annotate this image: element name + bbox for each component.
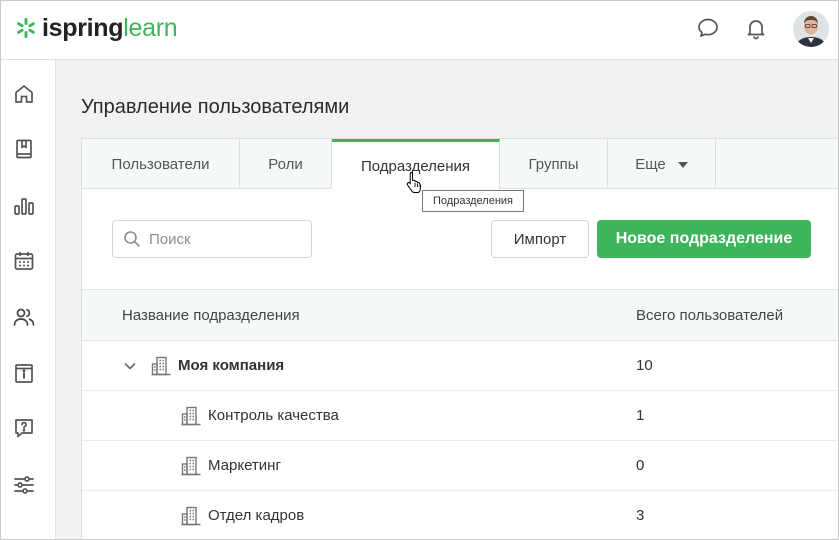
info-card-icon[interactable]	[12, 361, 36, 385]
caret-down-icon	[677, 162, 688, 168]
calendar-icon[interactable]	[12, 249, 36, 273]
building-icon	[151, 356, 171, 375]
import-button[interactable]: Импорт	[491, 220, 589, 258]
tab-roles-label: Роли	[268, 155, 303, 173]
department-name[interactable]: Моя компания	[178, 357, 284, 374]
building-icon	[181, 406, 201, 425]
top-bar: ispringlearn	[1, 1, 838, 60]
logo-text-learn: learn	[123, 14, 178, 42]
tooltip: Подразделения	[422, 190, 524, 212]
users-icon[interactable]	[12, 305, 36, 329]
tab-users[interactable]: Пользователи	[82, 139, 240, 189]
table-row[interactable]: Моя компания 10	[82, 341, 838, 391]
search-box[interactable]	[112, 220, 312, 258]
user-count: 3	[636, 507, 645, 524]
sliders-icon[interactable]	[12, 473, 36, 497]
logo-text: ispringlearn	[42, 13, 178, 43]
tab-roles[interactable]: Роли	[240, 139, 332, 189]
tab-more-label: Еще	[635, 155, 666, 173]
logo-text-ispring: ispring	[42, 14, 124, 42]
column-header-count[interactable]: Всего пользователей	[636, 307, 783, 324]
building-icon	[181, 456, 201, 475]
row-name-cell: Контроль качества	[180, 391, 339, 440]
department-name[interactable]: Контроль качества	[208, 407, 339, 424]
question-icon[interactable]	[12, 416, 36, 440]
column-header-name[interactable]: Название подразделения	[122, 307, 300, 324]
bell-icon[interactable]	[744, 16, 768, 40]
tab-more[interactable]: Еще	[608, 139, 716, 189]
tab-bar: Пользователи Роли Подразделения Группы Е…	[82, 139, 838, 190]
tab-groups[interactable]: Группы	[500, 139, 608, 189]
home-icon[interactable]	[12, 82, 36, 106]
department-name[interactable]: Отдел кадров	[208, 507, 304, 524]
app-window: ispringlearn Управление пользователями П…	[0, 0, 839, 540]
table-row[interactable]: Отдел кадров 3	[82, 491, 838, 539]
bar-chart-icon[interactable]	[12, 194, 36, 218]
chat-bubble-icon[interactable]	[696, 16, 720, 40]
book-icon[interactable]	[12, 137, 36, 161]
user-photo-icon	[793, 11, 829, 47]
row-name-cell: Маркетинг	[180, 441, 281, 490]
logo[interactable]: ispringlearn	[15, 13, 178, 43]
building-icon	[181, 506, 201, 525]
ispring-logo-icon	[17, 18, 35, 38]
user-count: 0	[636, 457, 645, 474]
search-icon	[124, 231, 140, 247]
tab-groups-label: Группы	[528, 155, 579, 173]
user-count: 10	[636, 357, 653, 374]
row-name-cell: Моя компания	[122, 341, 284, 390]
tab-users-label: Пользователи	[111, 155, 210, 173]
user-avatar[interactable]	[793, 11, 829, 47]
table-header: Название подразделения Всего пользовател…	[82, 289, 838, 341]
user-count: 1	[636, 407, 645, 424]
sidebar	[1, 60, 56, 539]
table-row[interactable]: Маркетинг 0	[82, 441, 838, 491]
table-row[interactable]: Контроль качества 1	[82, 391, 838, 441]
department-name[interactable]: Маркетинг	[208, 457, 281, 474]
new-department-button[interactable]: Новое подразделение	[597, 220, 811, 258]
row-name-cell: Отдел кадров	[180, 491, 304, 539]
chevron-down-icon[interactable]	[122, 358, 138, 374]
page-title: Управление пользователями	[81, 96, 350, 118]
search-input[interactable]	[149, 230, 299, 248]
